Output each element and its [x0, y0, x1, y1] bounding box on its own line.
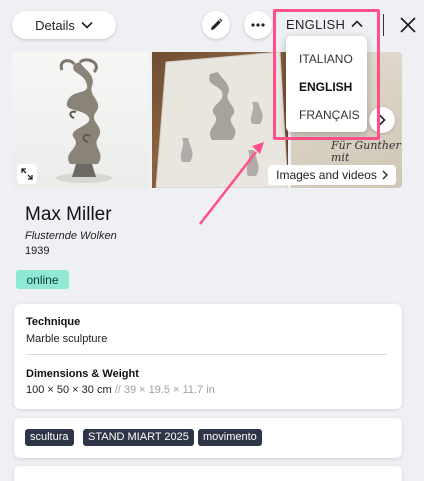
dimensions-value: 100 × 50 × 30 cm // 39 × 19.5 × 11.7 in [26, 384, 215, 396]
language-selector[interactable]: ENGLISH [286, 14, 363, 34]
artwork-details-card: Technique Marble sculpture Dimensions & … [14, 304, 402, 409]
bottom-card [14, 466, 402, 481]
more-icon [251, 23, 265, 27]
language-option-italiano[interactable]: ITALIANO [286, 45, 367, 73]
more-options-button[interactable] [244, 11, 272, 39]
dimensions-in: // 39 × 19.5 × 11.7 in [114, 384, 215, 396]
pencil-icon [211, 18, 223, 30]
language-dropdown: ITALIANO ENGLISH FRANÇAIS [286, 36, 367, 132]
chevron-up-icon [351, 20, 363, 28]
artist-name: Max Miller [25, 204, 112, 225]
edit-button[interactable] [202, 11, 230, 39]
artwork-image-1[interactable] [12, 52, 149, 188]
chevron-down-icon [81, 21, 93, 29]
expand-button[interactable] [17, 164, 37, 184]
details-button[interactable]: Details [12, 11, 116, 39]
tag[interactable]: movimento [198, 429, 262, 446]
technique-label: Technique [26, 316, 81, 328]
gallery-next-button[interactable] [369, 107, 395, 133]
artwork-year: 1939 [25, 245, 50, 257]
tags-card: scultura STAND MIART 2025 movimento [14, 418, 402, 458]
language-option-francais[interactable]: FRANÇAIS [286, 101, 367, 129]
card-divider [26, 354, 387, 355]
expand-icon [21, 168, 33, 180]
dimensions-cm: 100 × 50 × 30 cm [26, 384, 112, 396]
technique-value: Marble sculpture [26, 333, 108, 345]
tag[interactable]: scultura [25, 429, 74, 446]
chevron-right-icon [378, 114, 386, 126]
artwork-title: Flusternde Wolken [25, 230, 117, 242]
images-and-videos-label: Images and videos [276, 168, 377, 182]
images-and-videos-button[interactable]: Images and videos [268, 165, 396, 185]
language-option-english[interactable]: ENGLISH [286, 73, 367, 101]
tag[interactable]: STAND MIART 2025 [83, 429, 194, 446]
close-icon[interactable] [398, 15, 418, 35]
dimensions-label: Dimensions & Weight [26, 368, 139, 380]
chevron-right-icon [382, 170, 388, 180]
header-divider [383, 14, 384, 36]
status-badge: online [16, 270, 69, 289]
language-current-label: ENGLISH [286, 16, 346, 32]
details-label: Details [35, 17, 75, 33]
